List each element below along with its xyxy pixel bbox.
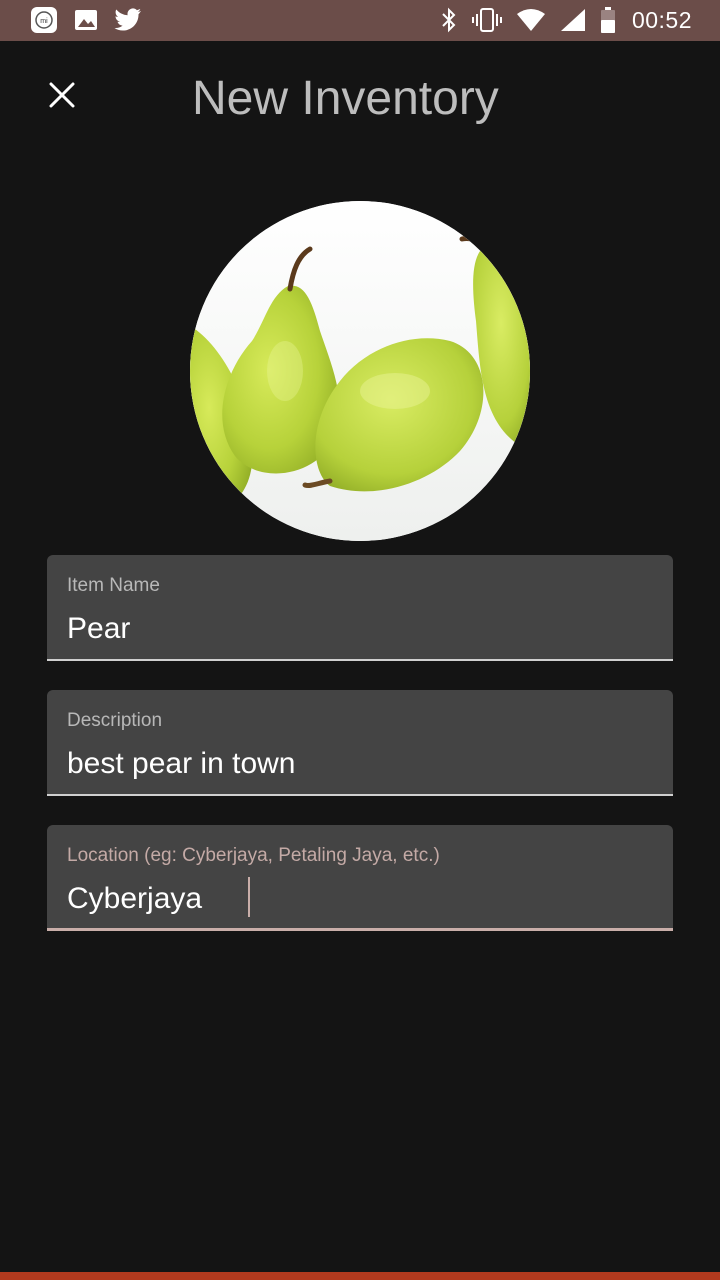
description-label: Description <box>67 710 163 731</box>
gallery-icon <box>73 7 99 33</box>
location-field[interactable]: Location (eg: Cyberjaya, Petaling Jaya, … <box>47 825 673 931</box>
vibrate-icon <box>471 7 502 33</box>
location-input[interactable] <box>67 879 653 919</box>
item-name-input[interactable] <box>67 609 653 649</box>
page-title: New Inventory <box>192 72 499 125</box>
item-name-label: Item Name <box>67 575 160 596</box>
description-input[interactable] <box>67 744 653 784</box>
signal-icon <box>560 8 586 32</box>
item-name-field[interactable]: Item Name <box>47 555 673 661</box>
item-photo[interactable] <box>190 201 530 541</box>
pears-image <box>190 201 530 541</box>
navigation-bar <box>0 1272 720 1280</box>
text-caret <box>248 877 250 917</box>
wifi-icon <box>516 8 546 32</box>
bluetooth-icon <box>440 7 458 33</box>
location-label: Location (eg: Cyberjaya, Petaling Jaya, … <box>67 845 440 866</box>
app-bar: New Inventory <box>0 41 720 161</box>
description-field[interactable]: Description <box>47 690 673 796</box>
svg-text:mi: mi <box>40 18 48 25</box>
battery-icon <box>600 6 616 34</box>
close-icon <box>49 82 75 108</box>
close-button[interactable] <box>40 73 84 117</box>
mi-icon: mi <box>30 6 58 34</box>
status-time: 00:52 <box>631 6 692 33</box>
status-bar: mi 00:52 <box>0 0 720 41</box>
twitter-icon <box>114 8 142 32</box>
